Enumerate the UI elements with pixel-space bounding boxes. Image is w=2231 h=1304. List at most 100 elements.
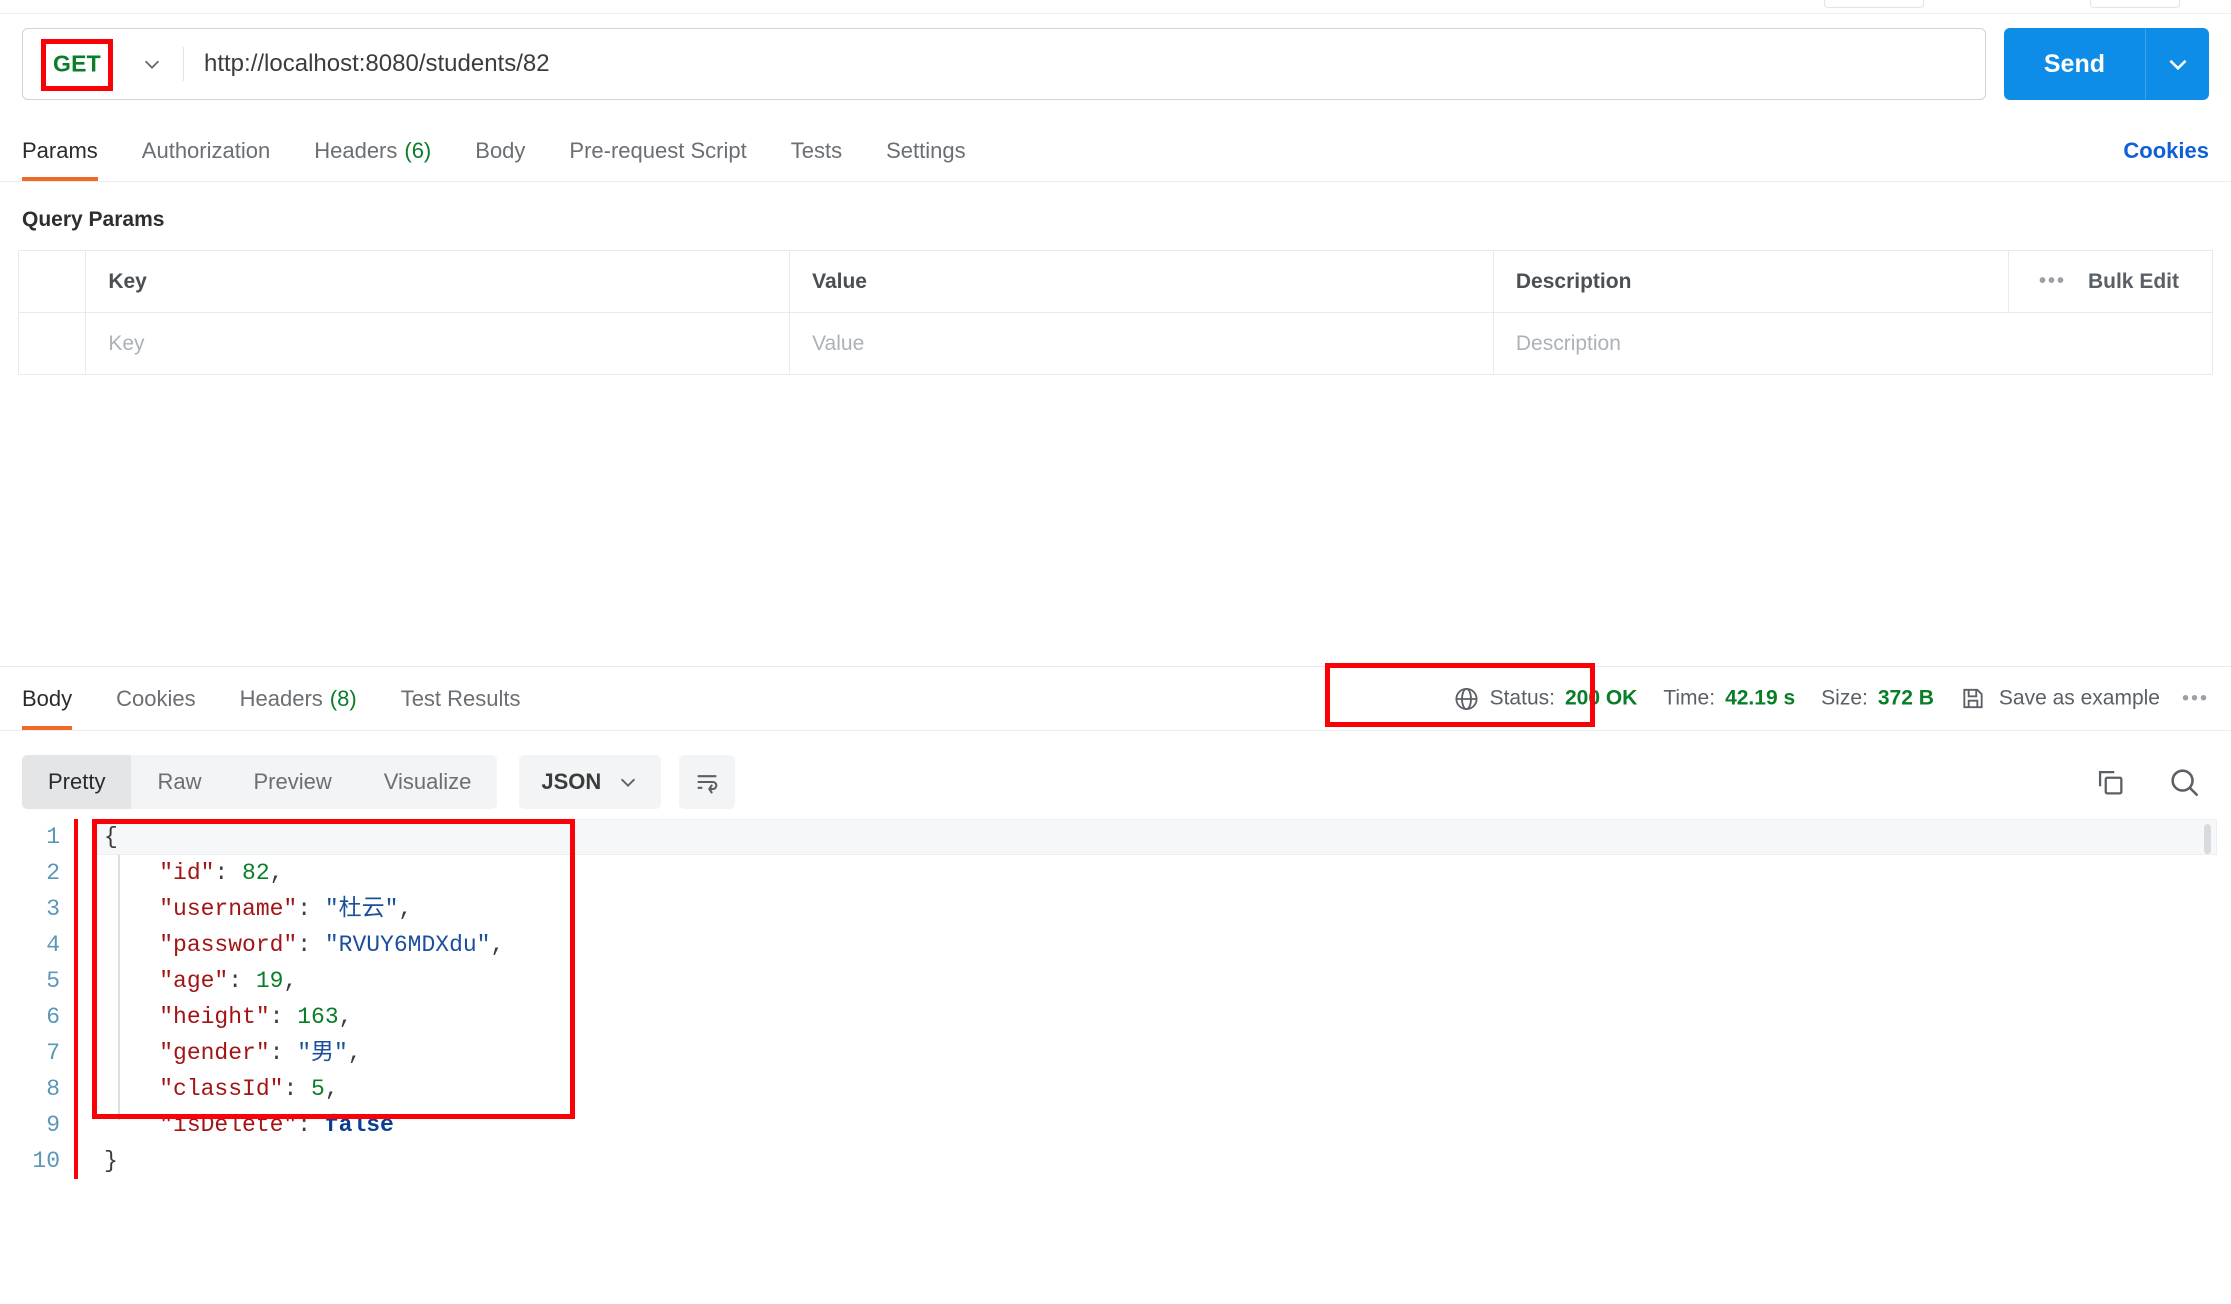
code-token: : — [297, 932, 325, 958]
request-tab-authorization[interactable]: Authorization — [120, 120, 292, 181]
more-horizontal-icon[interactable]: ••• — [2039, 270, 2066, 293]
code-line: "username": "杜云", — [104, 891, 504, 927]
code-token: : — [269, 1040, 298, 1066]
wrap-lines-button[interactable] — [679, 755, 736, 809]
size-indicator: Size: 372 B — [1821, 687, 1934, 711]
window-top-strip — [0, 0, 2231, 14]
code-token: 5 — [311, 1076, 325, 1102]
view-option-visualize[interactable]: Visualize — [358, 755, 498, 809]
response-view-switcher: Pretty Raw Preview Visualize — [22, 755, 498, 809]
http-method-label: GET — [53, 50, 101, 77]
line-number: 10 — [32, 1148, 60, 1174]
tab-label: Cookies — [116, 685, 196, 711]
code-token: 19 — [255, 968, 284, 994]
search-icon[interactable] — [2167, 765, 2201, 799]
code-token: , — [269, 860, 284, 886]
copy-icon[interactable] — [2093, 765, 2127, 799]
view-option-preview[interactable]: Preview — [227, 755, 357, 809]
code-token: : — [297, 896, 325, 922]
url-input-group: GET — [22, 28, 1986, 100]
response-tab-body[interactable]: Body — [22, 667, 94, 730]
code-token: "杜云" — [324, 896, 399, 922]
code-token: , — [324, 1076, 339, 1102]
code-token: "gender" — [104, 1040, 270, 1066]
code-token: , — [490, 932, 505, 958]
code-editor[interactable]: 1 2 3 4 5 6 7 8 9 10 { "id": 82, "username": "杜云"… — [0, 819, 2231, 1179]
line-number: 7 — [46, 1040, 60, 1066]
request-tab-params[interactable]: Params — [22, 120, 120, 181]
code-token: , — [347, 1040, 362, 1066]
tab-label: Tests — [790, 137, 843, 163]
request-tab-tests[interactable]: Tests — [769, 120, 864, 181]
param-description-input[interactable]: Description — [1492, 312, 2214, 375]
top-ghost-control-1 — [1824, 0, 1924, 8]
response-tab-test-results[interactable]: Test Results — [379, 667, 543, 730]
body-toolbar-actions — [2093, 765, 2209, 799]
save-as-example-label: Save as example — [1998, 686, 2160, 710]
column-header-key: Key — [85, 250, 791, 313]
response-tabs: Body Cookies Headers (8) Test Results Status… — [0, 667, 2231, 731]
http-method-selector[interactable]: GET — [23, 29, 183, 99]
line-number: 1 — [46, 824, 60, 850]
code-token: : — [297, 1112, 325, 1138]
request-tab-headers[interactable]: Headers (6) — [292, 120, 453, 181]
wrap-lines-icon — [697, 775, 718, 794]
code-token: 163 — [297, 1004, 339, 1030]
view-option-raw[interactable]: Raw — [131, 755, 227, 809]
send-options-button[interactable] — [2145, 28, 2209, 100]
code-indent-rule — [118, 855, 120, 1120]
response-tab-headers[interactable]: Headers (8) — [218, 667, 379, 730]
request-url-input[interactable] — [184, 50, 1985, 78]
status-label: Status: — [1489, 686, 1555, 710]
code-token: : — [283, 1076, 312, 1102]
response-tab-cookies[interactable]: Cookies — [94, 667, 217, 730]
code-token: "isDelete" — [104, 1112, 298, 1138]
request-tab-settings[interactable]: Settings — [864, 120, 988, 181]
tab-label: Pre-request Script — [569, 137, 747, 163]
bulk-edit-button[interactable]: Bulk Edit — [2088, 270, 2179, 294]
chevron-down-icon — [144, 60, 160, 69]
cookies-link[interactable]: Cookies — [2123, 138, 2209, 164]
param-value-input[interactable]: Value — [789, 312, 1494, 375]
code-token: "id" — [104, 860, 215, 886]
code-token: "height" — [104, 1004, 270, 1030]
bulk-edit-cell: ••• Bulk Edit — [2007, 250, 2214, 313]
response-body-toolbar: Pretty Raw Preview Visualize JSON — [0, 745, 2231, 819]
send-button-group: Send — [2003, 28, 2209, 100]
code-token: "RVUY6MDXdu" — [324, 932, 491, 958]
code-token: : — [269, 1004, 298, 1030]
response-more-options-icon[interactable]: ••• — [2182, 687, 2209, 710]
code-line: } — [104, 1143, 504, 1179]
request-tab-body[interactable]: Body — [453, 120, 547, 181]
code-token: 82 — [242, 860, 270, 886]
view-option-pretty[interactable]: Pretty — [22, 755, 132, 809]
status-indicator: Status: 200 OK — [1453, 685, 1638, 712]
code-line: "age": 19, — [104, 963, 504, 999]
floppy-disk-icon — [1963, 688, 1983, 709]
time-value: 42.19 s — [1725, 686, 1796, 710]
response-format-selector[interactable]: JSON — [519, 755, 662, 809]
tab-label: Body — [22, 685, 73, 711]
size-value: 372 B — [1877, 686, 1934, 710]
status-value: 200 OK — [1564, 686, 1638, 710]
tab-label: Authorization — [141, 137, 271, 163]
tab-label: Settings — [886, 137, 966, 163]
column-header-description: Description — [1492, 250, 2009, 313]
code-token: "classId" — [104, 1076, 284, 1102]
row-checkbox-cell[interactable] — [17, 312, 87, 375]
send-button[interactable]: Send — [2003, 28, 2145, 100]
request-tabs: Params Authorization Headers (6) Body Pre-req… — [0, 120, 2231, 182]
code-token: "username" — [104, 896, 298, 922]
tab-label: Headers — [239, 685, 323, 711]
tab-label: Params — [22, 137, 98, 163]
top-ghost-control-2 — [2090, 0, 2180, 8]
param-key-input[interactable]: Key — [85, 312, 791, 375]
request-tab-pre-request-script[interactable]: Pre-request Script — [547, 120, 768, 181]
code-line: "isDelete": false — [104, 1107, 504, 1143]
code-line: "password": "RVUY6MDXdu", — [104, 927, 504, 963]
tab-count-badge: (8) — [329, 685, 357, 711]
line-number: 5 — [46, 968, 60, 994]
line-number: 8 — [46, 1076, 60, 1102]
save-as-example-button[interactable]: Save as example — [1960, 686, 2160, 712]
code-token: "男" — [297, 1040, 348, 1066]
